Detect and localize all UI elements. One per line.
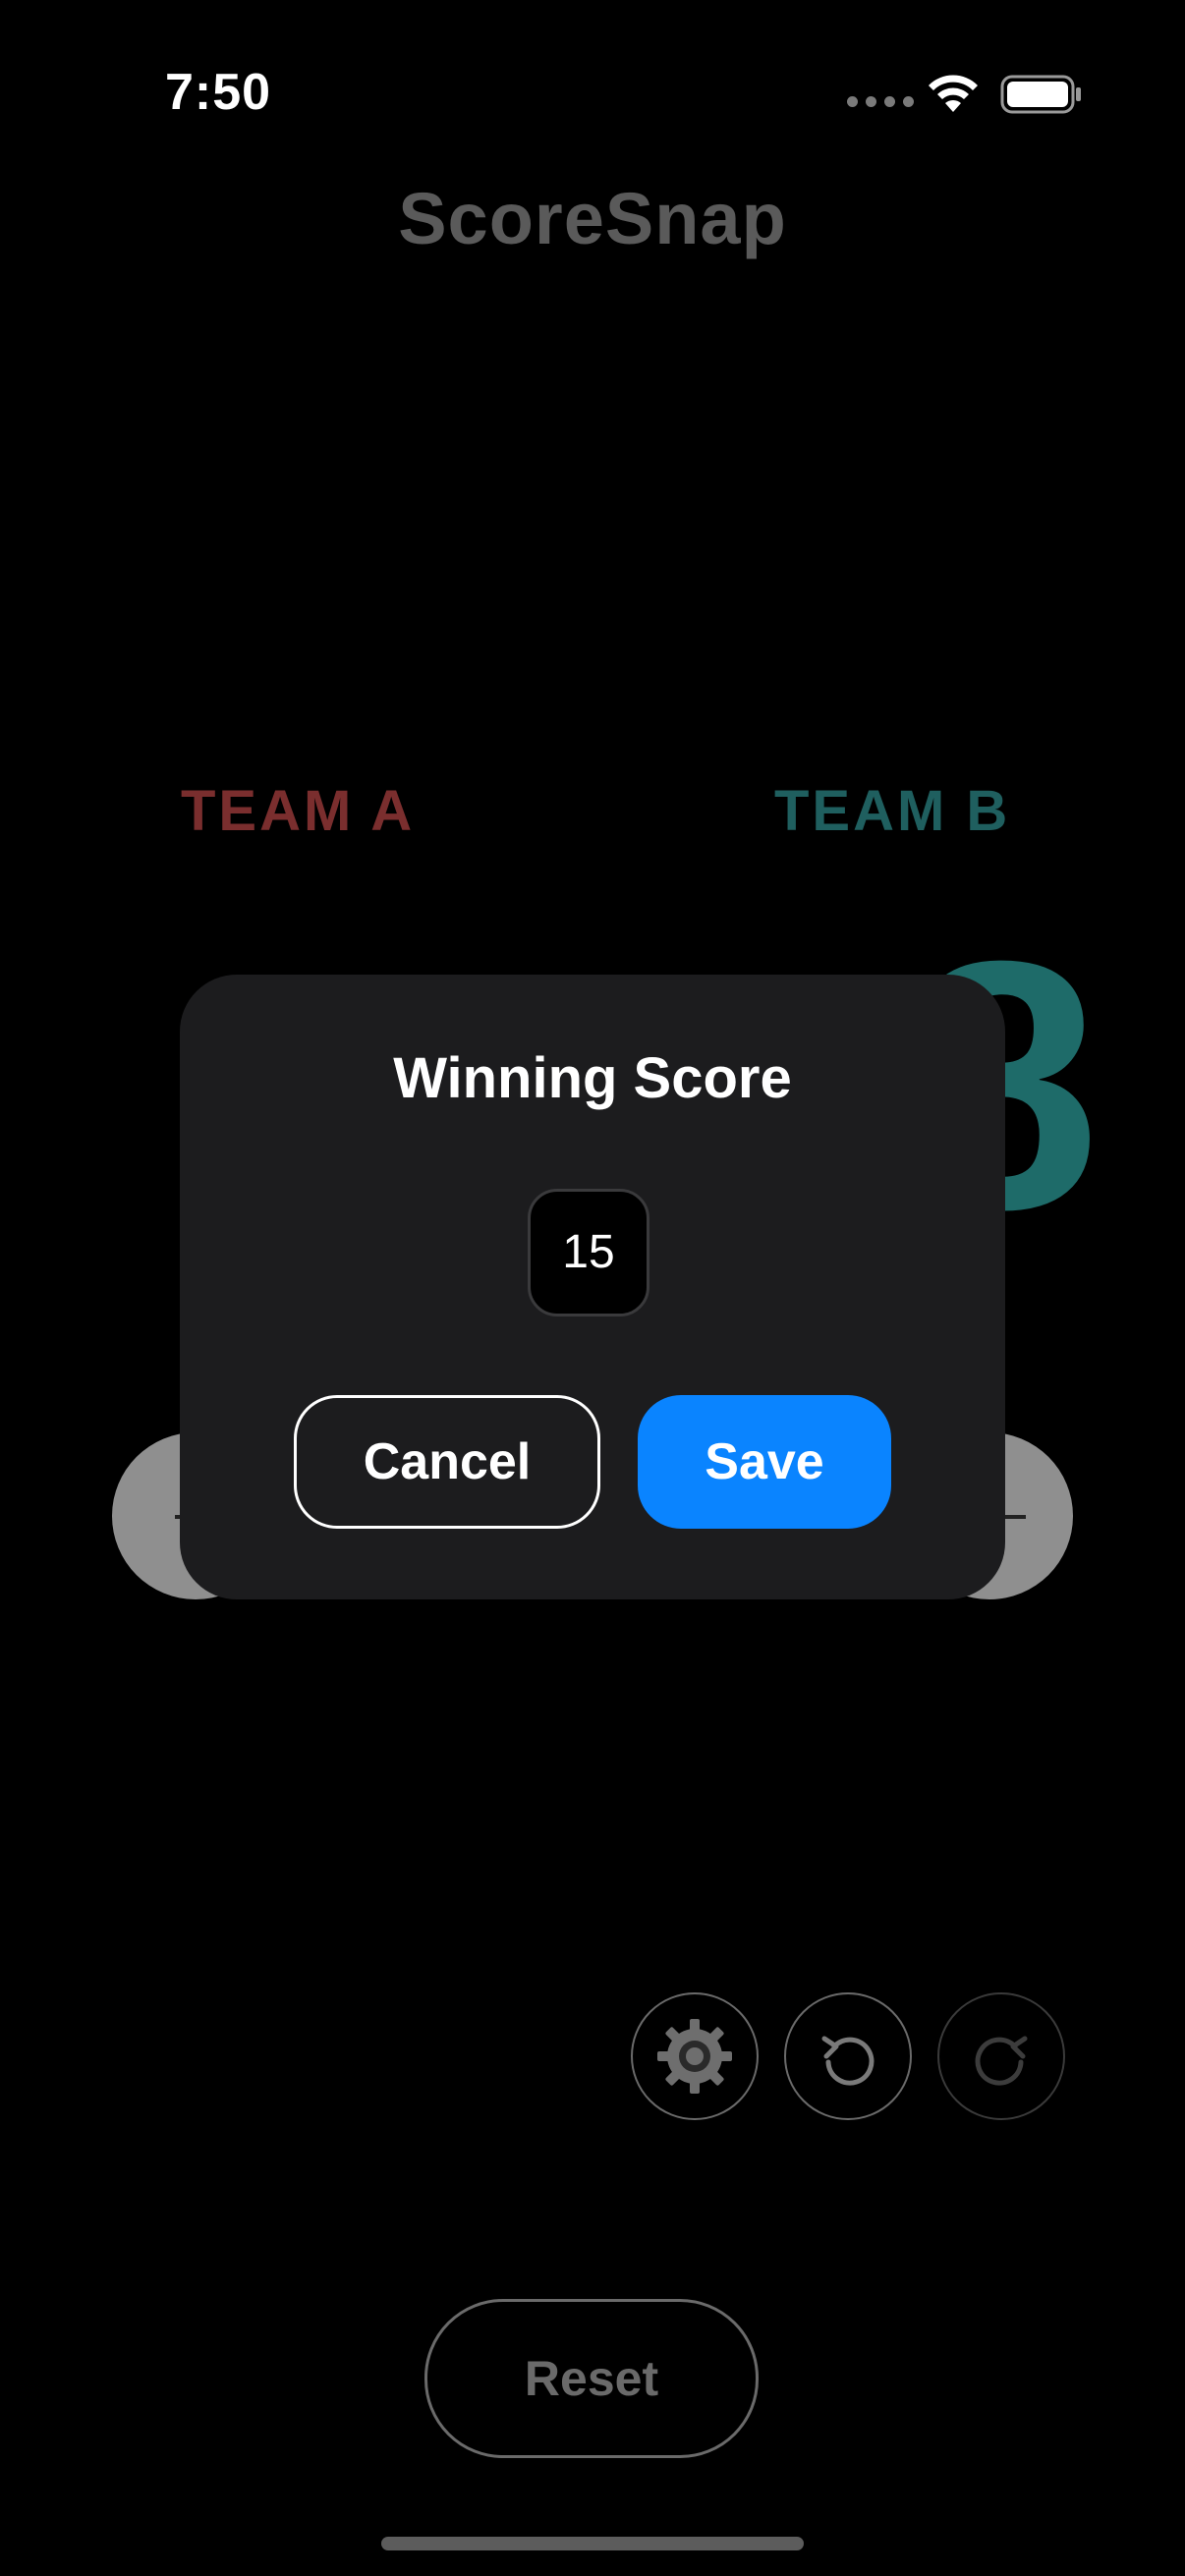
- winning-score-dialog: Winning Score Cancel Save: [180, 975, 1005, 1599]
- battery-icon: [1000, 75, 1081, 114]
- wifi-icon: [929, 75, 978, 112]
- cancel-button[interactable]: Cancel: [294, 1395, 600, 1529]
- undo-icon: [821, 2036, 875, 2086]
- reset-button[interactable]: Reset: [424, 2299, 759, 2458]
- team-b-label[interactable]: TEAM B: [774, 778, 1010, 844]
- redo-button[interactable]: [937, 1992, 1065, 2120]
- redo-icon: [975, 2036, 1028, 2086]
- winning-score-input[interactable]: [528, 1189, 649, 1316]
- home-indicator[interactable]: [381, 2537, 804, 2550]
- gear-icon: [657, 2019, 732, 2094]
- team-a-label[interactable]: TEAM A: [181, 778, 415, 844]
- settings-button[interactable]: [631, 1992, 759, 2120]
- save-button[interactable]: Save: [638, 1395, 891, 1529]
- dialog-title: Winning Score: [393, 1046, 792, 1110]
- minus-icon: [1004, 1515, 1026, 1519]
- undo-button[interactable]: [784, 1992, 912, 2120]
- cellular-signal-icon: [847, 96, 914, 107]
- status-time: 7:50: [165, 64, 272, 121]
- app-title: ScoreSnap: [398, 178, 787, 259]
